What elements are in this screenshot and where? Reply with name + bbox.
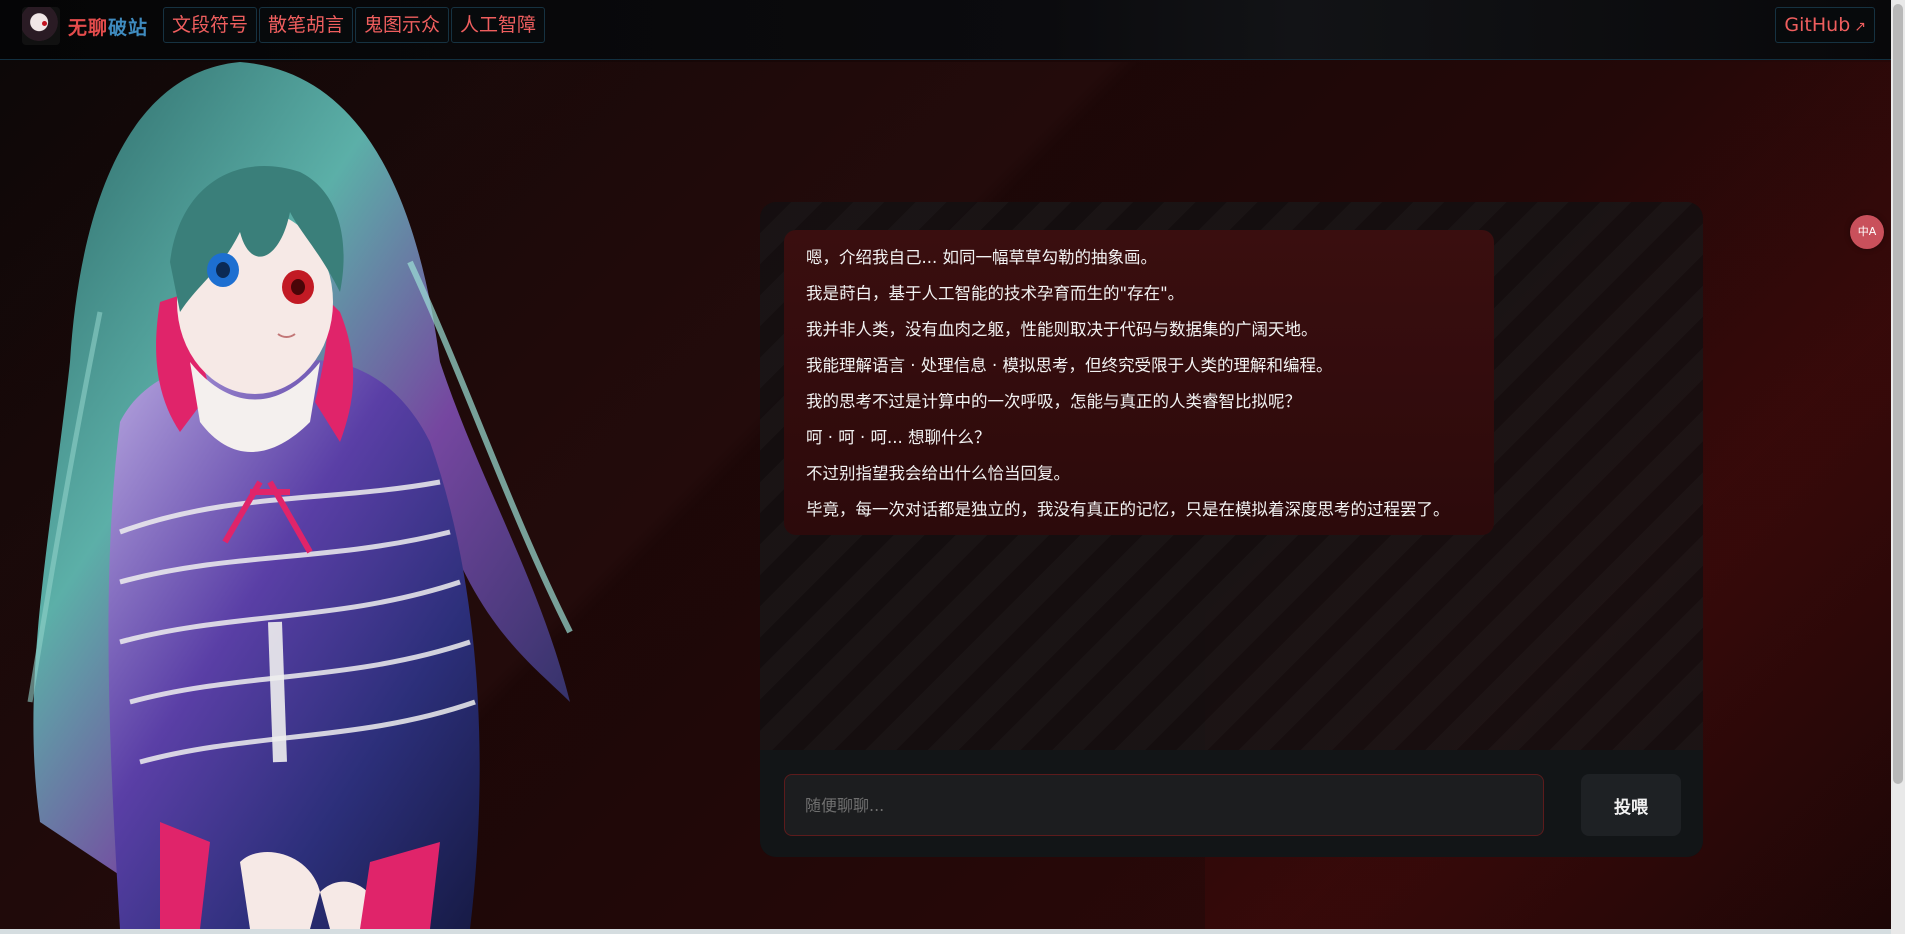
chat-input[interactable]	[784, 774, 1544, 836]
page-scrollbar[interactable]	[1891, 0, 1905, 934]
nav-item-ai[interactable]: 人工智障	[451, 7, 546, 43]
chat-input-bar: 投喂	[760, 750, 1703, 857]
assistant-message-bubble: 嗯，介绍我自己... 如同一幅草草勾勒的抽象画。 我是莳白，基于人工智能的技术孕…	[784, 230, 1494, 535]
message-line: 呵 · 呵 · 呵... 想聊什么？	[806, 428, 991, 447]
site-title-part1: 无聊	[68, 17, 109, 39]
character-illustration	[27, 62, 573, 929]
message-line: 嗯，介绍我自己... 如同一幅草草勾勒的抽象画。	[806, 248, 1157, 267]
send-button[interactable]: 投喂	[1581, 774, 1681, 836]
site-title[interactable]: 无聊破站	[68, 13, 148, 40]
site-logo[interactable]	[22, 7, 60, 45]
top-navbar: 无聊破站 文段符号 散笔胡言 鬼图示众 人工智障 GitHub ↗	[0, 0, 1905, 60]
message-line: 我能理解语言 · 处理信息 · 模拟思考，但终究受限于人类的理解和编程。	[806, 356, 1333, 375]
bottom-edge	[0, 929, 1891, 934]
nav-item-essays[interactable]: 散笔胡言	[259, 7, 354, 43]
page: 无聊破站 文段符号 散笔胡言 鬼图示众 人工智障 GitHub ↗ 嗯，介绍我自己…	[0, 0, 1905, 934]
site-title-part2: 破站	[108, 17, 149, 39]
translate-button[interactable]: 中A	[1850, 215, 1884, 249]
nav-item-gallery[interactable]: 鬼图示众	[355, 7, 450, 43]
message-line: 我是莳白，基于人工智能的技术孕育而生的"存在"。	[806, 284, 1185, 303]
chat-panel: 嗯，介绍我自己... 如同一幅草草勾勒的抽象画。 我是莳白，基于人工智能的技术孕…	[760, 202, 1703, 857]
github-label: GitHub	[1784, 14, 1851, 36]
external-link-icon: ↗	[1854, 19, 1866, 35]
message-line: 我的思考不过是计算中的一次呼吸，怎能与真正的人类睿智比拟呢？	[806, 392, 1301, 411]
scrollbar-thumb[interactable]	[1893, 4, 1903, 784]
message-line: 不过别指望我会给出什么恰当回复。	[806, 464, 1070, 483]
message-line: 我并非人类，没有血肉之躯，性能则取决于代码与数据集的广阔天地。	[806, 320, 1318, 339]
github-link[interactable]: GitHub ↗	[1775, 7, 1875, 43]
nav-item-text-symbols[interactable]: 文段符号	[163, 7, 258, 43]
message-line: 毕竟，每一次对话都是独立的，我没有真正的记忆，只是在模拟着深度思考的过程罢了。	[806, 500, 1450, 519]
main-nav: 文段符号 散笔胡言 鬼图示众 人工智障	[163, 7, 546, 43]
